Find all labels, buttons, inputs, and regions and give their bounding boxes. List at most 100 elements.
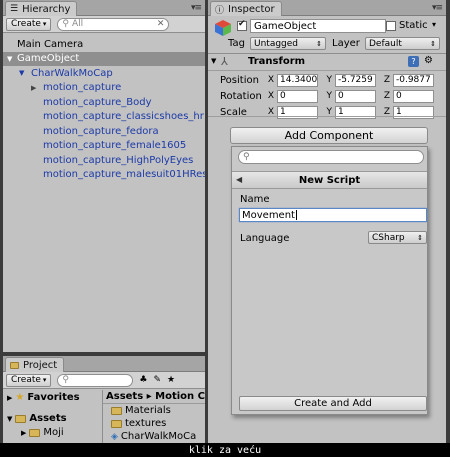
- dropdown-arrows-icon: ⇕: [316, 39, 322, 48]
- model-icon: ◈: [111, 431, 118, 442]
- moji-folder-item[interactable]: ▶ Moji: [3, 426, 101, 439]
- item-label: Main Camera: [17, 38, 84, 50]
- transform-axes-icon: ⅄: [221, 55, 228, 68]
- rotation-z-field[interactable]: 0: [393, 89, 434, 103]
- position-y-field[interactable]: -5.7259: [335, 73, 376, 87]
- scale-row: Scale X1 Y1 Z1: [208, 104, 446, 120]
- transform-rows: Position X 14.3400 Y -5.7259 Z -0.9877 Rota…: [208, 71, 446, 120]
- item-label: motion_capture_Body: [43, 96, 152, 108]
- item-label: motion_capture_fedora: [43, 125, 159, 137]
- inspector-panel: ⓘ Inspector ▾≡ GameObject Static ▾ Tag U…: [208, 0, 446, 443]
- transform-title: Transform: [248, 56, 306, 67]
- project-create-button[interactable]: Create ▾: [6, 373, 52, 387]
- tab-project[interactable]: Project: [5, 357, 65, 372]
- breadcrumb[interactable]: Assets ▸ Motion Ca: [103, 390, 205, 404]
- position-row: Position X 14.3400 Y -5.7259 Z -0.9877: [208, 72, 446, 88]
- add-component-popup: ⚲ ◀ New Script Name Movement Language CS…: [231, 146, 428, 415]
- script-name-input[interactable]: Movement: [239, 208, 427, 222]
- collapse-arrow-icon[interactable]: ▼: [211, 57, 216, 65]
- folder-icon: [111, 406, 122, 415]
- hierarchy-item-motion-capture[interactable]: ▶ motion_capture: [3, 81, 205, 96]
- assets-label: Assets: [29, 413, 67, 424]
- hierarchy-tabbar: ☰ Hierarchy ▾≡: [3, 0, 205, 16]
- expand-arrow-icon[interactable]: ▶: [7, 394, 12, 402]
- tab-hierarchy-label: Hierarchy: [22, 3, 71, 15]
- hierarchy-item-charwalkmocap[interactable]: ▼ CharWalkMoCap: [3, 66, 205, 81]
- hierarchy-item-fedora[interactable]: motion_capture_fedora: [3, 124, 205, 139]
- filter-type-icon[interactable]: ♣: [139, 375, 147, 385]
- chevron-down-icon[interactable]: ▾: [432, 20, 436, 29]
- name-value: GameObject: [254, 20, 317, 32]
- project-search-input[interactable]: ⚲: [57, 373, 134, 387]
- folder-item-charwalkmocap[interactable]: ◈ CharWalkMoCa: [103, 430, 205, 443]
- tag-dropdown[interactable]: Untagged ⇕: [250, 37, 326, 50]
- collapse-arrow-icon[interactable]: ▼: [7, 415, 12, 423]
- dropdown-arrows-icon: ⇕: [417, 233, 423, 242]
- hierarchy-search-input[interactable]: ⚲ All ✕: [57, 17, 170, 31]
- gear-icon[interactable]: ⚙: [424, 55, 433, 66]
- folder-icon: [111, 419, 122, 428]
- project-tree: ▶ ★ Favorites ▼ Assets ▶ Moji: [3, 390, 101, 443]
- hierarchy-item-highpolyeyes[interactable]: motion_capture_HighPolyEyes: [3, 153, 205, 168]
- collapse-arrow-icon[interactable]: ▼: [19, 69, 31, 77]
- back-arrow-icon[interactable]: ◀: [236, 175, 242, 184]
- position-x-field[interactable]: 14.3400: [277, 73, 318, 87]
- static-checkbox[interactable]: [386, 21, 396, 31]
- breadcrumb-label: Assets ▸ Motion Ca: [106, 391, 205, 402]
- transform-header[interactable]: ▼ ⅄ Transform ? ⚙: [208, 54, 446, 71]
- search-icon: ⚲: [243, 152, 250, 162]
- hierarchy-create-button[interactable]: Create ▾: [6, 17, 52, 31]
- script-name-value: Movement: [242, 209, 295, 221]
- hierarchy-panel: ☰ Hierarchy ▾≡ Create ▾ ⚲ All ✕ Main Cam…: [3, 0, 205, 352]
- project-contents: Assets ▸ Motion Ca Materials textures ◈ C…: [102, 390, 205, 443]
- axis-z-label: Z: [383, 75, 390, 85]
- create-label: Create: [11, 19, 41, 29]
- clear-icon[interactable]: ✕: [157, 19, 165, 29]
- layer-value: Default: [369, 38, 402, 49]
- hierarchy-item-female1605[interactable]: motion_capture_female1605: [3, 139, 205, 154]
- layer-dropdown[interactable]: Default ⇕: [365, 37, 440, 50]
- hierarchy-item-body[interactable]: motion_capture_Body: [3, 95, 205, 110]
- favorites-item[interactable]: ▶ ★ Favorites: [3, 390, 101, 405]
- folder-item-materials[interactable]: Materials: [103, 404, 205, 417]
- hierarchy-item-gameobject[interactable]: ▼ GameObject: [3, 51, 205, 66]
- search-icon: ⚲: [62, 375, 70, 385]
- tab-inspector[interactable]: ⓘ Inspector: [210, 1, 282, 16]
- item-label: motion_capture_classicshoes_hr: [43, 111, 204, 123]
- position-z-field[interactable]: -0.9877: [393, 73, 434, 87]
- tab-hierarchy[interactable]: ☰ Hierarchy: [5, 1, 78, 16]
- panel-menu-icon[interactable]: ▾≡: [191, 3, 202, 13]
- axis-x-label: X: [267, 91, 274, 101]
- axis-x-label: X: [267, 75, 274, 85]
- collapse-arrow-icon[interactable]: ▼: [7, 55, 17, 63]
- favorite-star-icon[interactable]: ★: [167, 375, 175, 385]
- create-and-add-button[interactable]: Create and Add: [239, 396, 427, 411]
- folder-icon: [29, 428, 41, 437]
- panel-menu-icon[interactable]: ▾≡: [432, 3, 443, 13]
- component-search-input[interactable]: ⚲: [238, 150, 424, 164]
- script-name-label: Name: [240, 194, 270, 205]
- expand-arrow-icon[interactable]: ▶: [21, 429, 26, 437]
- language-dropdown[interactable]: CSharp ⇕: [368, 231, 427, 244]
- folder-item-textures[interactable]: textures: [103, 417, 205, 430]
- search-placeholder: All: [72, 19, 84, 29]
- active-checkbox[interactable]: [237, 19, 247, 31]
- info-icon: ⓘ: [215, 5, 225, 16]
- rotation-x-field[interactable]: 0: [277, 89, 318, 103]
- folder-label: Materials: [125, 405, 171, 416]
- hierarchy-item-main-camera[interactable]: Main Camera: [3, 37, 205, 52]
- expand-arrow-icon[interactable]: ▶: [31, 84, 43, 92]
- gameobject-name-field[interactable]: GameObject: [250, 19, 386, 33]
- hierarchy-item-malesuit[interactable]: motion_capture_malesuit01HRes: [3, 168, 205, 183]
- caption-text: klik za veću: [188, 444, 262, 456]
- filter-label-icon[interactable]: ✎: [154, 375, 162, 385]
- assets-item[interactable]: ▼ Assets: [3, 411, 101, 426]
- rotation-y-field[interactable]: 0: [335, 89, 376, 103]
- add-component-button[interactable]: Add Component: [230, 127, 428, 144]
- hierarchy-item-classicshoes[interactable]: motion_capture_classicshoes_hr: [3, 110, 205, 125]
- folder-icon: [10, 361, 19, 369]
- favorites-label: Favorites: [27, 392, 80, 403]
- inspector-tabbar: ⓘ Inspector ▾≡: [208, 0, 446, 16]
- help-book-icon[interactable]: ?: [408, 56, 419, 67]
- tag-label: Tag: [228, 38, 245, 49]
